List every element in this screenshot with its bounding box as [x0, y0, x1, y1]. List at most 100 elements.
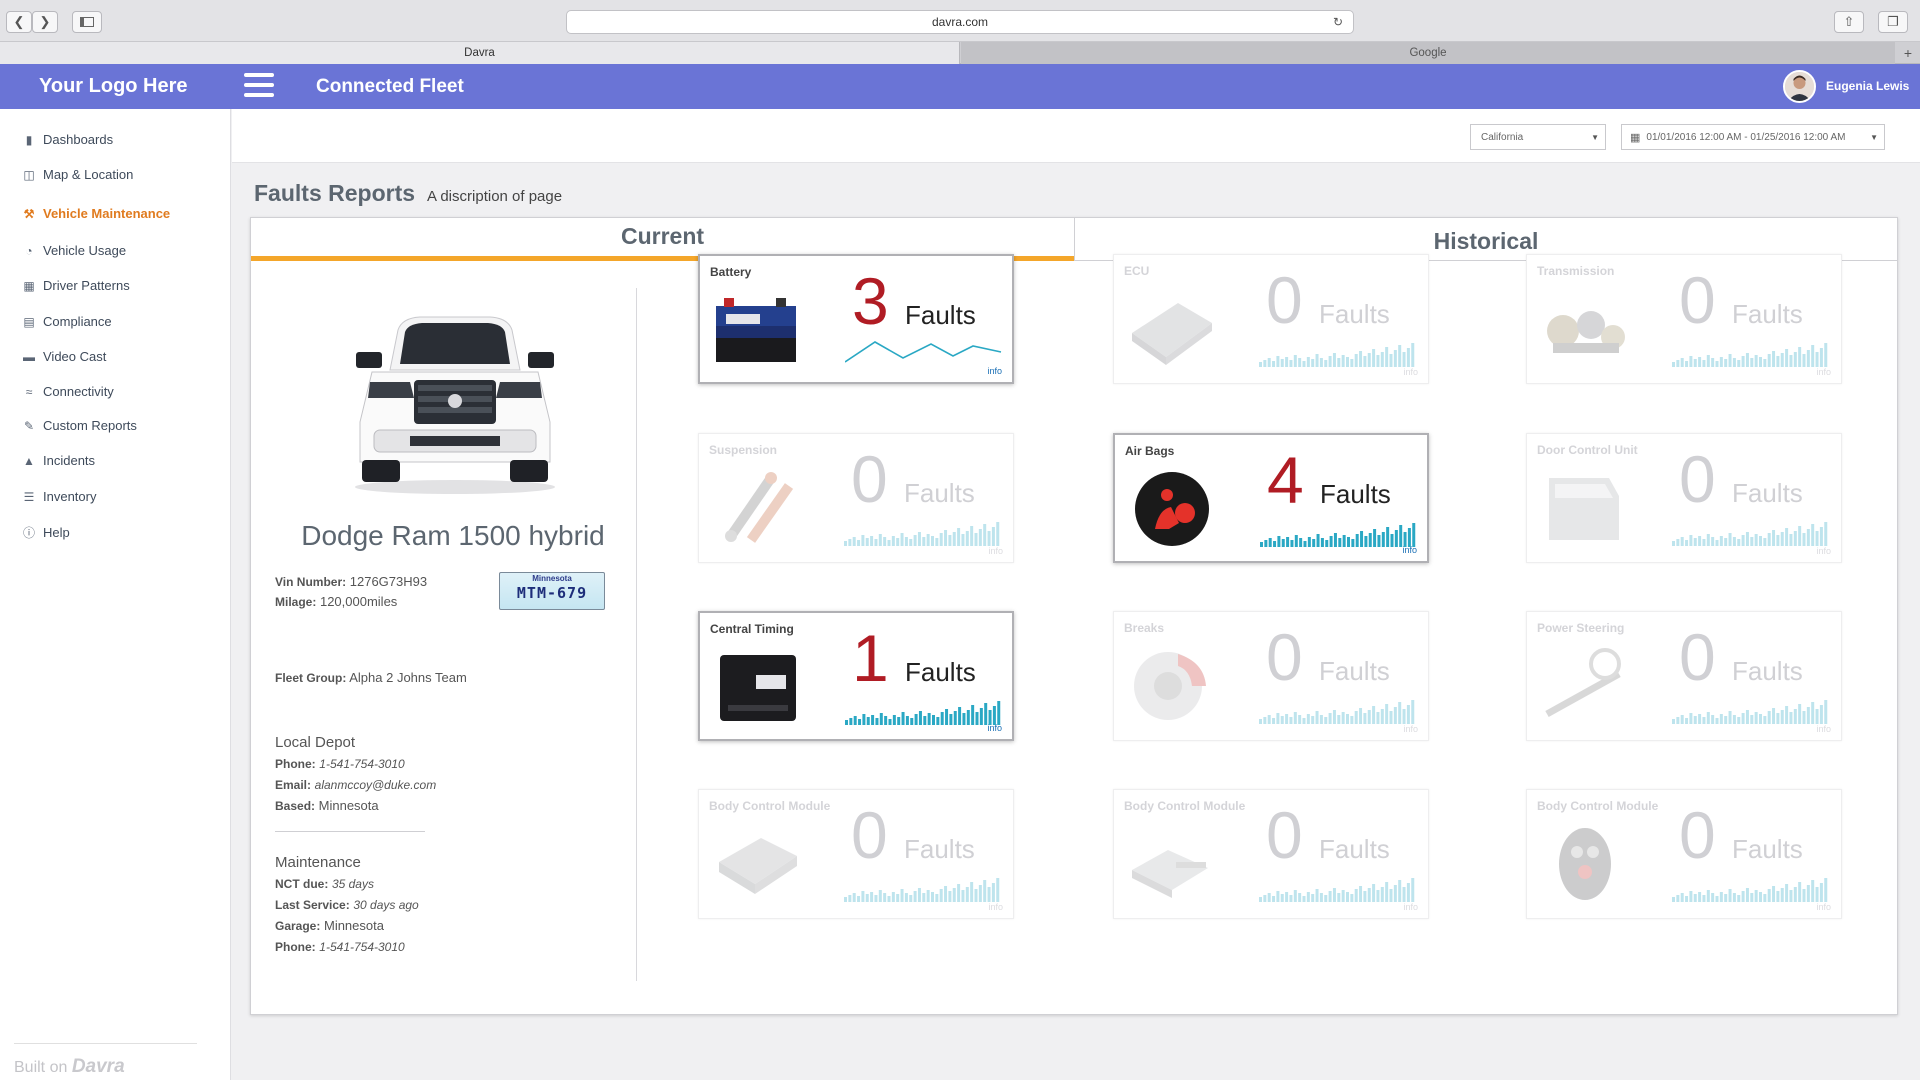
caret-down-icon: ▼	[1870, 133, 1878, 142]
url-text: davra.com	[931, 15, 989, 29]
vin-row: Vin Number: 1276G73H93	[275, 574, 427, 589]
fault-card-air-bags[interactable]: Air Bags 4 Faults info	[1113, 433, 1429, 563]
tabs-overview-button[interactable]: ❐	[1878, 11, 1908, 33]
garage-row: Garage: Minnesota	[275, 918, 384, 933]
fault-card-battery[interactable]: Battery 3 Faults info	[698, 254, 1014, 384]
menu-button[interactable]	[244, 73, 274, 99]
fault-card-body-control-module[interactable]: Body Control Module 0 Faults info	[1526, 789, 1842, 919]
faults-label: Faults	[905, 657, 976, 687]
info-link[interactable]: info	[1816, 902, 1831, 912]
plate-state: Minnesota	[532, 574, 572, 583]
sidebar-item-vehicle-maintenance[interactable]: ⚒ Vehicle Maintenance	[22, 206, 171, 221]
sidebar-item-video-cast[interactable]: ▬ Video Cast	[22, 349, 106, 364]
last-service-row: Last Service: 30 days ago	[275, 897, 419, 912]
fault-count: 0	[851, 798, 888, 872]
fault-card-breaks[interactable]: Breaks 0 Faults info	[1113, 611, 1429, 741]
fault-count: 0	[851, 442, 888, 516]
vehicle-name: Dodge Ram 1500 hybrid	[301, 520, 605, 551]
sidebar-item-vehicle-usage[interactable]: ◔ Vehicle Usage	[22, 243, 126, 258]
sidebar-item-incidents[interactable]: ▲ Incidents	[22, 453, 95, 468]
fault-card-body-control-module[interactable]: Body Control Module 0 Faults info	[1113, 789, 1429, 919]
license-plate: Minnesota MTM-679	[499, 572, 605, 610]
info-link[interactable]: info	[988, 546, 1003, 556]
built-on-footer: Built on Davra	[14, 1043, 197, 1078]
fault-count: 0	[1679, 620, 1716, 694]
sidebar: ▮ Dashboards ◫ Map & Location ⚒ Vehicle Mai…	[0, 109, 231, 1080]
share-button[interactable]: ⇧	[1834, 11, 1864, 33]
pie-icon: ◔	[25, 243, 33, 258]
fault-card-title: Power Steering	[1537, 621, 1625, 635]
sidebar-item-label: Connectivity	[43, 384, 114, 399]
suspension-icon	[725, 472, 794, 543]
browser-toolbar: ❮ ❯ davra.com ↻ ⇧ ❐	[0, 0, 1920, 42]
depot-email-value[interactable]: alanmccoy@duke.com	[315, 778, 437, 792]
info-link[interactable]: info	[1403, 724, 1418, 734]
sidebar-item-label: Dashboards	[43, 132, 114, 147]
fault-card-title: Suspension	[709, 443, 778, 457]
user-name[interactable]: Eugenia Lewis	[1826, 79, 1909, 93]
fault-count: 4	[1267, 443, 1304, 517]
fault-card-title: Body Control Module	[1124, 799, 1246, 813]
fault-sparkline	[1260, 523, 1416, 547]
info-link[interactable]: info	[987, 366, 1002, 376]
fault-sparkline	[1259, 700, 1415, 724]
logo[interactable]: Your Logo Here	[39, 75, 188, 98]
browser-tab-google[interactable]: Google	[961, 42, 1895, 64]
browser-tab-davra[interactable]: Davra	[0, 42, 960, 64]
sidebar-item-connectivity[interactable]: ≈ Connectivity	[22, 384, 114, 399]
faults-panel: Current Historical Dodge Ram 1500 hybrid…	[250, 217, 1898, 1015]
sidebar-item-compliance[interactable]: ▤ Compliance	[22, 314, 111, 329]
milage-value: 120,000miles	[319, 594, 398, 609]
fault-sparkline	[1259, 878, 1415, 902]
reload-icon[interactable]: ↻	[1333, 15, 1343, 29]
info-link[interactable]: info	[1403, 367, 1418, 377]
fault-card-power-steering[interactable]: Power Steering 0 Faults info	[1526, 611, 1842, 741]
info-link[interactable]: info	[1403, 902, 1418, 912]
sidebar-item-custom-reports[interactable]: ✎ Custom Reports	[22, 418, 137, 433]
user-avatar-icon	[1785, 72, 1814, 101]
sidebar-item-help[interactable]: ⓘ Help	[22, 524, 70, 541]
fault-card-door-control-unit[interactable]: Door Control Unit 0 Faults info	[1526, 433, 1842, 563]
avatar[interactable]	[1783, 70, 1816, 103]
fault-card-central-timing[interactable]: Central Timing 1 Faults info	[698, 611, 1014, 741]
info-link[interactable]: info	[1402, 545, 1417, 555]
fault-card-ecu[interactable]: ECU 0 Faults info	[1113, 254, 1429, 384]
fault-card-body-control-module[interactable]: Body Control Module 0 Faults info	[698, 789, 1014, 919]
id-card-icon: ▦	[23, 278, 35, 293]
forward-button[interactable]: ❯	[32, 11, 58, 33]
fault-count: 0	[1266, 798, 1303, 872]
faults-label: Faults	[1319, 834, 1390, 864]
fault-card-transmission[interactable]: Transmission 0 Faults info	[1526, 254, 1842, 384]
date-range-select[interactable]: ▦ 01/01/2016 12:00 AM - 01/25/2016 12:00…	[1621, 124, 1885, 150]
info-link[interactable]: info	[1816, 546, 1831, 556]
back-button[interactable]: ❮	[6, 11, 32, 33]
keyfob-icon	[1559, 828, 1611, 900]
info-link[interactable]: info	[1816, 367, 1831, 377]
chart-icon: ▮	[25, 132, 33, 147]
sidebar-item-label: Inventory	[43, 489, 97, 504]
info-link[interactable]: info	[987, 723, 1002, 733]
faults-label: Faults	[1320, 479, 1391, 509]
davra-logo: Davra	[71, 1056, 125, 1077]
sidebar-item-dashboards[interactable]: ▮ Dashboards	[22, 132, 113, 147]
fleet-value: Alpha 2 Johns Team	[349, 670, 467, 685]
fault-count: 1	[852, 621, 889, 695]
fault-count: 0	[1679, 798, 1716, 872]
new-tab-button[interactable]: +	[1896, 42, 1920, 64]
sidebar-item-map-location[interactable]: ◫ Map & Location	[22, 167, 133, 182]
sidebar-item-label: Driver Patterns	[43, 278, 130, 293]
depot-based-value: Minnesota	[318, 798, 379, 813]
fault-card-title: Door Control Unit	[1537, 443, 1638, 457]
url-bar[interactable]: davra.com ↻	[566, 10, 1354, 34]
milage-label: Milage:	[275, 595, 317, 609]
info-link[interactable]: info	[988, 902, 1003, 912]
info-link[interactable]: info	[1816, 724, 1831, 734]
sidebar-toggle-button[interactable]	[72, 11, 102, 33]
fault-card-suspension[interactable]: Suspension 0 Faults info	[698, 433, 1014, 563]
faults-label: Faults	[1732, 299, 1803, 329]
browser-tab-bar: Davra Google +	[0, 42, 1920, 64]
built-on-text: Built on	[14, 1059, 68, 1076]
sidebar-item-driver-patterns[interactable]: ▦ Driver Patterns	[22, 278, 130, 293]
region-select[interactable]: California ▼	[1470, 124, 1606, 150]
sidebar-item-inventory[interactable]: ☰ Inventory	[22, 489, 97, 504]
